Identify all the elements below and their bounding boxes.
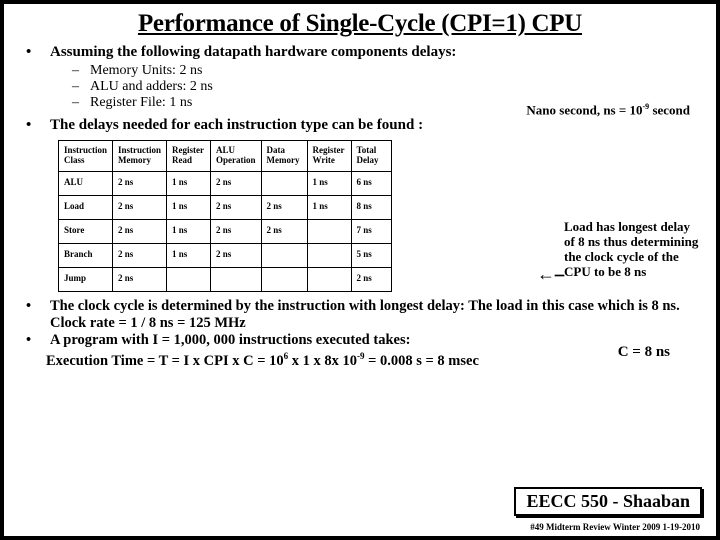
- slide-title: Performance of Single-Cycle (CPI=1) CPU: [18, 10, 702, 38]
- side-note: Load has longest delay of 8 ns thus dete…: [564, 220, 702, 280]
- bullet-dot: •: [26, 117, 50, 134]
- delays-found-text: The delays needed for each instruction t…: [50, 117, 423, 134]
- th: Total Delay: [351, 141, 391, 172]
- nano-note: Nano second, ns = 10-9 second: [526, 102, 690, 118]
- bullet-assumption: • Assuming the following datapath hardwa…: [26, 44, 702, 61]
- dash-icon: –: [72, 79, 90, 95]
- assumption-text: Assuming the following datapath hardware…: [50, 44, 456, 61]
- arrow-left-icon: ←⎯: [537, 264, 564, 285]
- th: Register Write: [307, 141, 351, 172]
- slide: Performance of Single-Cycle (CPI=1) CPU …: [0, 0, 720, 540]
- table-row: Store2 ns1 ns2 ns2 ns7 ns: [59, 219, 392, 243]
- bullet-program: • A program with I = 1,000, 000 instruct…: [26, 332, 702, 349]
- table-header-row: Instruction Class Instruction Memory Reg…: [59, 141, 392, 172]
- clock-cycle-text: The clock cycle is determined by the ins…: [50, 298, 702, 332]
- bullet-dot: •: [26, 298, 50, 332]
- dash-icon: –: [72, 63, 90, 79]
- bullet-clock-cycle: • The clock cycle is determined by the i…: [26, 298, 702, 332]
- delay-table: Instruction Class Instruction Memory Reg…: [58, 140, 392, 292]
- table-row: Branch2 ns1 ns2 ns5 ns: [59, 243, 392, 267]
- th: Data Memory: [261, 141, 307, 172]
- clock-cycle-value: C = 8 ns: [618, 344, 670, 361]
- th: Instruction Class: [59, 141, 113, 172]
- bullet-dot: •: [26, 44, 50, 61]
- dash-icon: –: [72, 95, 90, 111]
- th: Instruction Memory: [113, 141, 167, 172]
- delay-alu: ALU and adders: 2 ns: [90, 79, 213, 95]
- execution-time-eq: Execution Time = T = I x CPI x C = 106 x…: [46, 351, 702, 370]
- table-row: Jump2 ns2 ns: [59, 267, 392, 291]
- bullet-dot: •: [26, 332, 50, 349]
- signature-box: EECC 550 - Shaaban: [514, 487, 702, 516]
- table-row: ALU2 ns1 ns2 ns1 ns6 ns: [59, 171, 392, 195]
- footer-text: #49 Midterm Review Winter 2009 1-19-2010: [530, 522, 700, 532]
- th: Register Read: [167, 141, 211, 172]
- th: ALU Operation: [211, 141, 261, 172]
- bullet-delays-found: • The delays needed for each instruction…: [26, 117, 702, 134]
- delay-mem: Memory Units: 2 ns: [90, 63, 202, 79]
- program-text: A program with I = 1,000, 000 instructio…: [50, 332, 410, 349]
- delay-reg: Register File: 1 ns: [90, 95, 192, 111]
- table-row: Load2 ns1 ns2 ns2 ns1 ns8 ns: [59, 195, 392, 219]
